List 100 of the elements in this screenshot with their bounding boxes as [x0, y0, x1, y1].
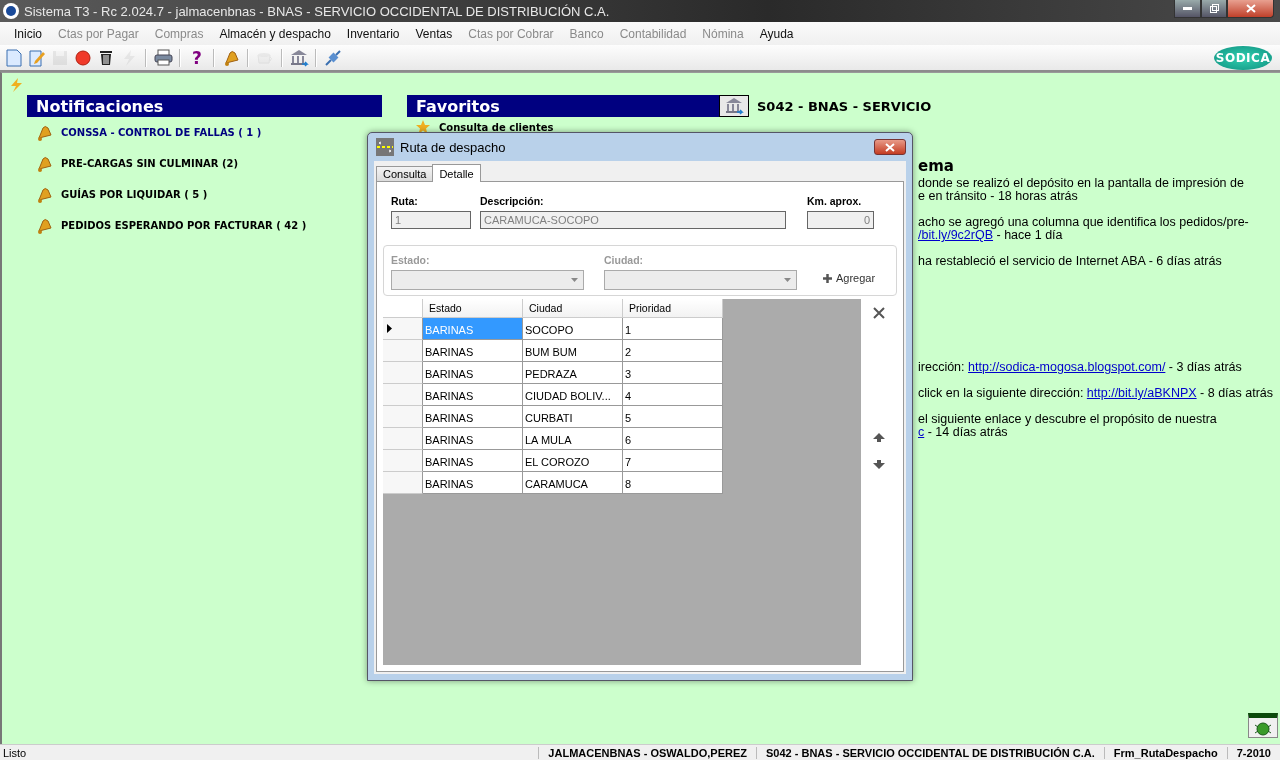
notification-link[interactable]: CONSSA - CONTROL DE FALLAS ( 1 ) — [61, 127, 262, 138]
tab[interactable]: Detalle — [432, 164, 481, 182]
help-button[interactable]: ? — [187, 46, 207, 69]
down-arrow-icon — [873, 460, 886, 469]
add-button[interactable]: Agregar — [823, 272, 876, 284]
printer-icon — [153, 49, 173, 66]
lightning-icon — [121, 48, 137, 67]
table-cell: BARINAS — [423, 384, 523, 406]
column-header[interactable]: Estado — [423, 299, 523, 318]
field-label: Km. aprox. — [807, 195, 863, 207]
remove-button[interactable] — [873, 307, 886, 319]
news-text: el siguiente enlace y descubre el propósito de nuestra — [918, 413, 1218, 426]
star-icon — [415, 119, 431, 135]
row-header[interactable] — [383, 318, 423, 340]
table-cell: 6 — [623, 428, 723, 450]
menu-item[interactable]: Inventario — [338, 26, 408, 41]
table-cell: BARINAS — [423, 472, 523, 494]
company-logo: SODICA — [1214, 45, 1272, 70]
status-text: 7-2010 — [1226, 746, 1280, 759]
news-text: ha restableció el servicio de Internet ABA - 6 días atrás — [918, 255, 1223, 268]
bell-icon — [35, 123, 53, 142]
notification-link[interactable]: GUÍAS POR LIQUIDAR ( 5 ) — [61, 189, 208, 200]
status-text: S042 - BNAS - SERVICIO OCCIDENTAL DE DISTRIBUCIÓN C.A. — [756, 746, 1104, 759]
status-text: JALMACENBNAS - OSWALDO,PEREZ — [538, 746, 756, 759]
status-text: Frm_RutaDespacho — [1103, 746, 1227, 759]
news-link[interactable]: http://bit.ly/aBKNPX — [1086, 386, 1197, 400]
dialog-title: Ruta de despacho — [400, 139, 506, 155]
menu-item[interactable]: Inicio — [6, 26, 50, 41]
table-cell: BUM BUM — [523, 340, 623, 362]
table-cell: CURBATI — [523, 406, 623, 428]
table-cell: BARINAS — [423, 340, 523, 362]
bug-button[interactable] — [1248, 713, 1278, 738]
trash-icon — [99, 49, 113, 66]
restore-button[interactable] — [1201, 0, 1227, 18]
bell-icon — [35, 185, 53, 204]
table-cell: 4 — [623, 384, 723, 406]
bug-icon — [1254, 719, 1272, 736]
restore-icon — [1209, 4, 1219, 13]
bell-icon — [35, 216, 53, 235]
news-text: /bit.ly/9c2rQB - hace 1 día — [918, 229, 1064, 242]
bell-icon — [35, 154, 53, 173]
plus-icon — [823, 273, 832, 283]
column-header[interactable]: Prioridad — [623, 299, 723, 318]
news-text: acho se agregó una columna que identifica los pedidos/pre- — [918, 216, 1250, 229]
minimize-icon — [1183, 7, 1192, 10]
notification-link[interactable]: PEDIDOS ESPERANDO POR FACTURAR ( 42 ) — [61, 220, 307, 231]
caret-icon — [571, 278, 578, 282]
status-text: Listo — [2, 746, 28, 759]
field-label: Estado: — [391, 254, 431, 266]
menu-item[interactable]: Almacén y despacho — [211, 26, 339, 41]
news-text: c - 14 días atrás — [918, 426, 1009, 439]
news-link[interactable]: c — [918, 425, 925, 439]
record-icon — [75, 49, 91, 66]
field-label: Descripción: — [480, 195, 545, 207]
minimize-button[interactable] — [1174, 0, 1201, 18]
close-button[interactable] — [874, 139, 906, 155]
table-cell: BARINAS — [423, 450, 523, 472]
table-cell: 5 — [623, 406, 723, 428]
table-cell: BARINAS — [423, 318, 523, 340]
news-link[interactable]: /bit.ly/9c2rQB — [918, 228, 994, 242]
menu-item[interactable]: Ayuda — [751, 26, 802, 41]
toolbar-button[interactable] — [153, 46, 173, 69]
table-cell: CARAMUCA — [523, 472, 623, 494]
route-icon — [376, 138, 394, 156]
bank-button[interactable] — [719, 95, 749, 117]
table-cell: 8 — [623, 472, 723, 494]
current-row-icon — [387, 324, 392, 333]
move-up-button[interactable] — [873, 433, 886, 442]
news-text: click en la siguiente dirección: http://bit.ly/aBKNPX - 8 días atrás — [918, 387, 1274, 400]
table-cell: 1 — [623, 318, 723, 340]
close-icon — [1245, 4, 1256, 13]
close-button[interactable] — [1227, 0, 1274, 18]
table-cell: 7 — [623, 450, 723, 472]
tab[interactable]: Consulta — [376, 166, 434, 182]
news-link[interactable]: http://sodica-mogosa.blogspot.com/ — [968, 360, 1166, 374]
header-corner — [383, 299, 423, 318]
bank-icon — [724, 97, 744, 115]
column-header[interactable]: Ciudad — [523, 299, 623, 318]
close-icon — [873, 307, 886, 319]
window-title: Sistema T3 - Rc 2.024.7 - jalmacenbnas - BNAS - SERVICIO OCCIDENTAL DE DISTRIBUCIÓN C.A. — [24, 3, 610, 19]
favorite-link[interactable]: Consulta de clientes — [439, 121, 554, 133]
table-cell: PEDRAZA — [523, 362, 623, 384]
menu-item[interactable]: Ventas — [407, 26, 461, 41]
field-label: Ciudad: — [604, 254, 645, 266]
edit-icon — [28, 48, 46, 67]
news-title: ema — [918, 157, 955, 175]
news-text: e en tránsito - 18 horas atrás — [918, 190, 1079, 203]
caret-icon — [784, 278, 791, 282]
close-icon — [885, 142, 895, 152]
table-cell: BARINAS — [423, 362, 523, 384]
notifications-header: Notificaciones — [27, 95, 382, 117]
table-cell: CIUDAD BOLIV... — [523, 384, 623, 406]
document-icon — [6, 48, 22, 67]
table-cell: 2 — [623, 340, 723, 362]
move-down-button[interactable] — [873, 460, 886, 469]
plug-icon — [324, 48, 342, 67]
news-text: irección: http://sodica-mogosa.blogspot.com/ - 3 días atrás — [918, 361, 1243, 374]
lightning-icon — [8, 77, 24, 93]
notification-link[interactable]: PRE-CARGAS SIN CULMINAR (2) — [61, 158, 239, 169]
app-logo-icon — [2, 2, 20, 20]
